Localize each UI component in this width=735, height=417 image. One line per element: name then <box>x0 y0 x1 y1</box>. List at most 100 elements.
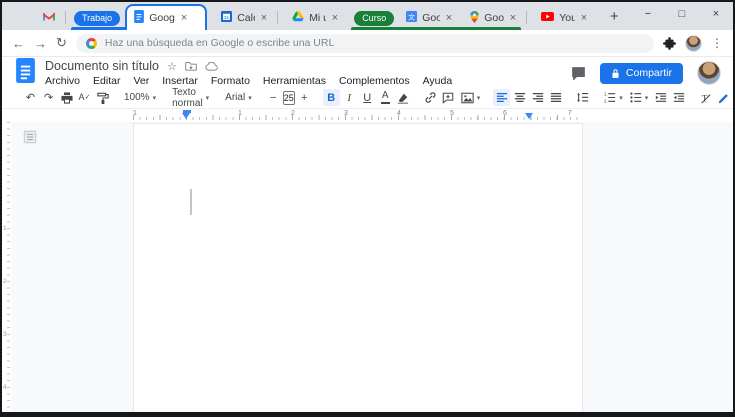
vertical-ruler[interactable]: 1 2 3 4 <box>2 122 11 412</box>
docs-profile-avatar[interactable] <box>697 61 721 85</box>
document-outline-icon[interactable] <box>23 130 37 149</box>
tab-google-maps[interactable]: Goo × <box>463 6 523 30</box>
minimize-button[interactable]: − <box>631 2 665 26</box>
browser-profile-avatar[interactable] <box>685 35 702 52</box>
undo-icon[interactable]: ↶ <box>22 89 39 106</box>
new-tab-button[interactable]: + <box>602 4 626 28</box>
document-title[interactable]: Documento sin título <box>45 59 159 73</box>
tab-group-curso: Curso 文 Goo × Goo × <box>349 2 523 30</box>
redo-icon[interactable]: ↷ <box>40 89 57 106</box>
close-icon[interactable]: × <box>510 12 516 24</box>
tab-youtube[interactable]: You × <box>534 6 594 30</box>
ruler-number: 3 <box>3 331 7 338</box>
insert-image-button[interactable]: ▾ <box>458 89 484 106</box>
bulleted-list-button[interactable]: ▾ <box>627 89 652 106</box>
tab-google-drive[interactable]: Mi u × <box>285 6 345 30</box>
font-size-decrease-button[interactable]: − <box>265 89 282 106</box>
tab-group-label-trabajo[interactable]: Trabajo <box>74 11 120 26</box>
zoom-select[interactable]: 100% ▾ <box>121 89 159 106</box>
menu-archivo[interactable]: Archivo <box>45 75 80 87</box>
forward-icon[interactable]: → <box>34 36 47 51</box>
maximize-button[interactable]: □ <box>665 2 699 26</box>
menu-ayuda[interactable]: Ayuda <box>423 75 453 87</box>
ruler-number: 1 <box>3 225 7 232</box>
tab-title: Goo <box>422 12 440 24</box>
comment-history-icon[interactable] <box>571 66 586 80</box>
browser-navbar: ← → ↻ ⋮ <box>2 30 733 57</box>
google-maps-icon <box>470 11 479 26</box>
document-page[interactable] <box>133 123 583 412</box>
close-icon[interactable]: × <box>332 12 338 24</box>
text-color-letter: A <box>382 91 389 101</box>
add-comment-icon[interactable] <box>440 89 457 106</box>
ruler-number: 6 <box>503 110 507 117</box>
print-icon[interactable] <box>58 89 75 106</box>
close-icon[interactable]: × <box>446 12 452 24</box>
font-size-input[interactable]: 25 <box>283 91 295 105</box>
ruler-number: 5 <box>450 110 454 117</box>
tab-google-calendar[interactable]: 31 Cale × <box>214 6 274 30</box>
cloud-saved-icon[interactable] <box>205 62 218 71</box>
menu-formato[interactable]: Formato <box>211 75 250 87</box>
underline-button[interactable]: U <box>359 89 376 106</box>
share-label: Compartir <box>626 67 672 79</box>
horizontal-ruler[interactable]: 1 1 2 3 4 5 6 7 <box>2 109 733 122</box>
clear-formatting-icon[interactable]: T <box>697 89 714 106</box>
ruler-number: 4 <box>397 110 401 117</box>
share-button[interactable]: Compartir <box>600 63 683 84</box>
svg-text:31: 31 <box>224 15 230 21</box>
menu-herramientas[interactable]: Herramientas <box>263 75 326 87</box>
reload-icon[interactable]: ↻ <box>56 35 67 51</box>
close-icon[interactable]: × <box>181 12 187 24</box>
text-color-bar <box>381 102 390 104</box>
window-controls: − □ × <box>631 2 733 26</box>
close-icon[interactable]: × <box>261 12 267 24</box>
right-indent-marker[interactable] <box>525 113 533 119</box>
tab-google-docs[interactable]: Goog × <box>125 4 207 30</box>
menu-complementos[interactable]: Complementos <box>339 75 410 87</box>
paint-format-icon[interactable] <box>94 89 111 106</box>
menu-editar[interactable]: Editar <box>93 75 120 87</box>
decrease-indent-button[interactable] <box>652 89 669 106</box>
move-folder-icon[interactable] <box>185 61 197 71</box>
tab-group-label-curso[interactable]: Curso <box>354 11 394 26</box>
google-drive-icon <box>292 11 304 25</box>
bold-button[interactable]: B <box>323 89 340 106</box>
highlight-color-icon[interactable] <box>395 89 412 106</box>
insert-link-icon[interactable] <box>422 89 439 106</box>
address-bar[interactable] <box>76 34 654 53</box>
align-left-button[interactable] <box>493 89 510 106</box>
close-window-button[interactable]: × <box>699 2 733 26</box>
address-input[interactable] <box>105 37 644 49</box>
tab-title: Goo <box>484 12 504 24</box>
tab-title: Mi u <box>309 12 326 24</box>
document-canvas: 1 2 3 4 <box>2 122 733 412</box>
pinned-tab-gmail[interactable] <box>36 6 62 30</box>
numbered-list-button[interactable]: 1.2. ▾ <box>601 89 626 106</box>
paragraph-style-select[interactable]: Texto normal ▾ <box>169 89 212 106</box>
browser-menu-icon[interactable]: ⋮ <box>711 36 723 50</box>
chevron-down-icon: ▾ <box>206 94 210 102</box>
star-icon[interactable]: ☆ <box>167 60 177 73</box>
menu-insertar[interactable]: Insertar <box>162 75 198 87</box>
zoom-value: 100% <box>124 92 150 103</box>
google-docs-logo[interactable] <box>16 58 35 88</box>
ruler-number: 7 <box>568 110 572 117</box>
text-color-button[interactable]: A <box>377 89 394 106</box>
spellcheck-icon[interactable]: A✓ <box>76 89 93 106</box>
menu-ver[interactable]: Ver <box>133 75 149 87</box>
align-right-button[interactable] <box>529 89 546 106</box>
extensions-puzzle-icon[interactable] <box>663 37 676 50</box>
left-indent-marker[interactable] <box>182 113 190 119</box>
font-size-increase-button[interactable]: + <box>296 89 313 106</box>
italic-button[interactable]: I <box>341 89 358 106</box>
font-select[interactable]: Arial ▾ <box>222 89 255 106</box>
align-center-button[interactable] <box>511 89 528 106</box>
line-spacing-icon[interactable] <box>574 89 591 106</box>
editing-mode-button[interactable]: ▾ <box>715 89 733 106</box>
back-icon[interactable]: ← <box>12 36 25 51</box>
close-icon[interactable]: × <box>581 12 587 24</box>
increase-indent-button[interactable] <box>670 89 687 106</box>
tab-google-translate[interactable]: 文 Goo × <box>399 6 459 30</box>
align-justify-button[interactable] <box>547 89 564 106</box>
